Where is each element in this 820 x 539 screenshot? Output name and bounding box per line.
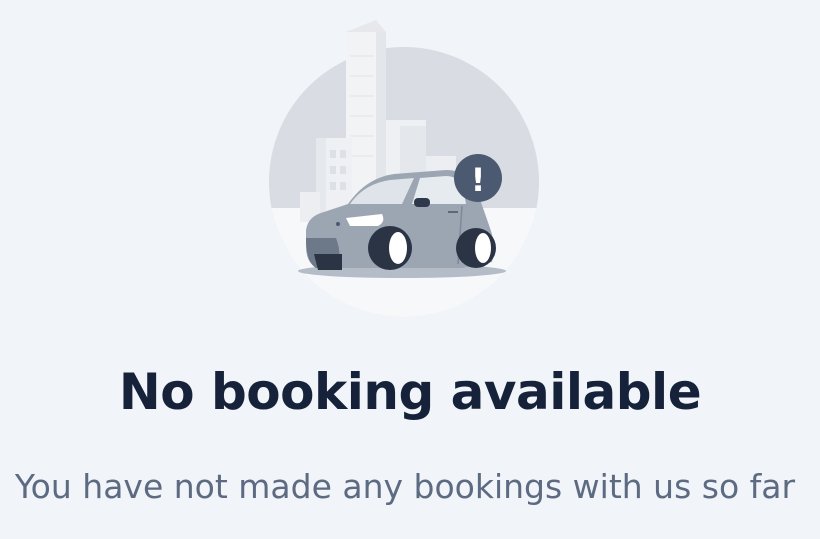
car-warning-illustration: ! <box>269 20 539 317</box>
empty-state-message: You have not made any bookings with us s… <box>14 467 796 506</box>
empty-state: ! No booking available You have not made… <box>0 0 820 539</box>
empty-state-title: No booking available <box>118 363 702 421</box>
warning-badge-icon: ! <box>454 154 502 202</box>
warning-exclamation: ! <box>471 161 486 199</box>
